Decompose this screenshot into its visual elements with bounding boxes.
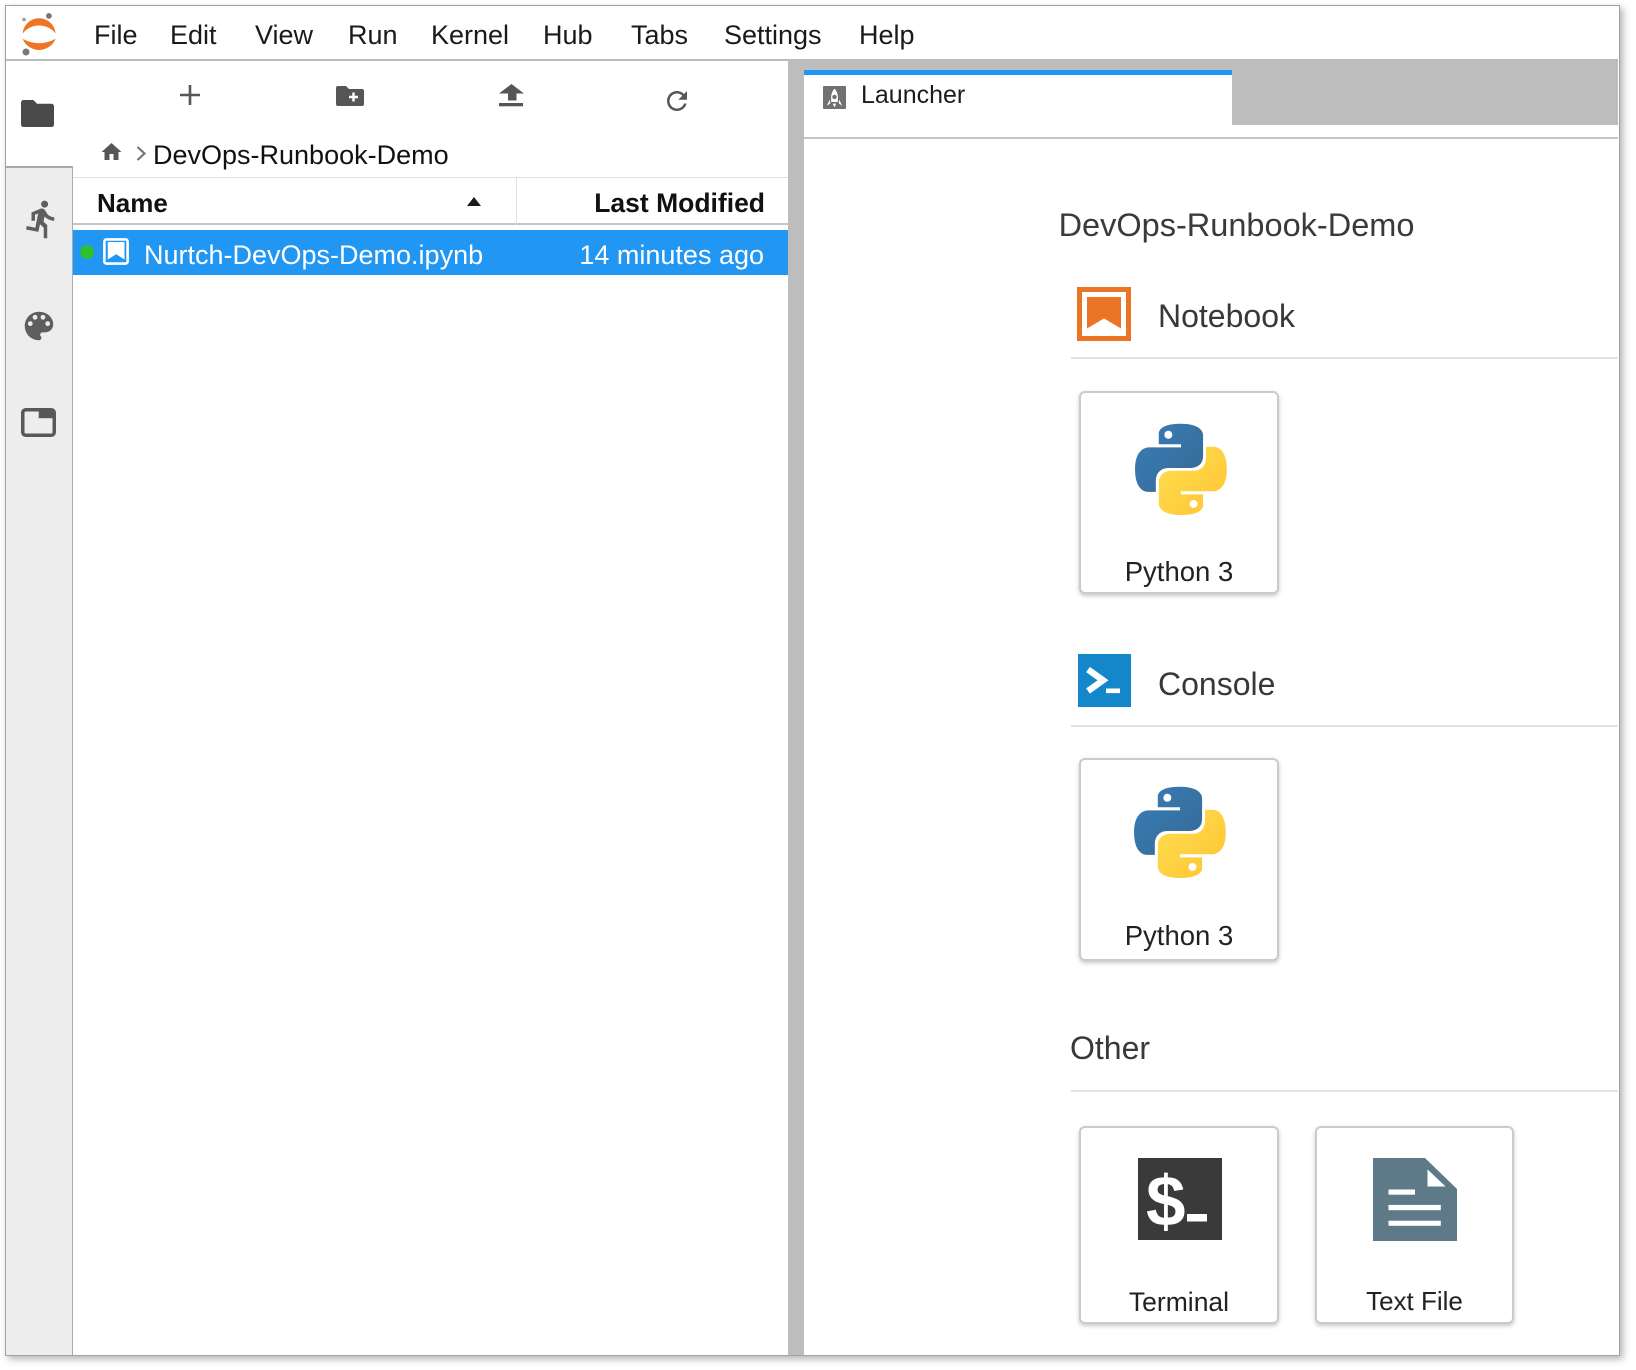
svg-text:$: $ bbox=[1146, 1162, 1186, 1240]
